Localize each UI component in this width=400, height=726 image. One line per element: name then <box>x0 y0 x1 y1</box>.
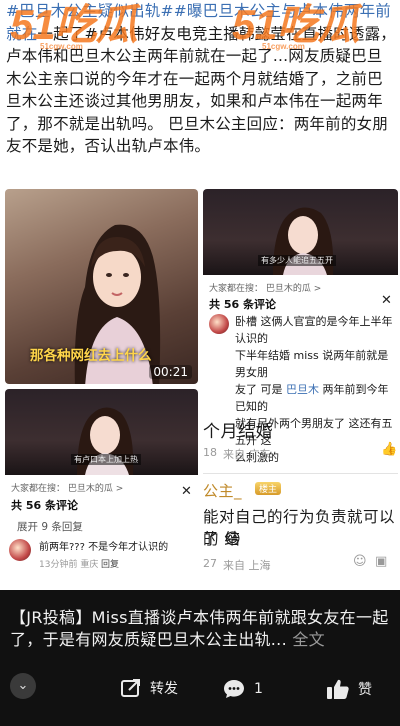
image-tile-comments-right[interactable]: 有多少人能追五五开 大家都在搜： 巴旦木的瓜 > 共 56 条评论 ✕ 卧槽 这… <box>203 189 398 581</box>
image-icon[interactable]: ▣ <box>375 554 387 569</box>
avatar[interactable] <box>9 539 31 561</box>
comment-text-large: 个月结婚 <box>203 422 273 442</box>
comment-time: 13分钟前 重庆 <box>39 560 99 570</box>
comment-count: 共 56 条评论 <box>11 499 78 512</box>
watermark-logo-right: 51吃瓜 51cgw.com <box>232 1 360 52</box>
comment-icon <box>224 680 244 698</box>
video-subtitle: 有卢口本上加上热 <box>71 454 141 465</box>
comment-like-count: 18 <box>203 446 217 459</box>
trending-search[interactable]: 大家都在搜： 巴旦木的瓜 > <box>11 481 123 494</box>
video-duration: 00:21 <box>149 365 192 379</box>
close-icon[interactable]: ✕ <box>381 293 392 308</box>
divider <box>203 473 398 474</box>
comment-location: 来自 广东 <box>223 448 271 461</box>
comment-count-value: 1 <box>254 681 263 697</box>
watermark-logo-left: 51吃瓜 51cgw.com <box>10 1 138 52</box>
comment-text: 前两年??? 不是今年才认识的 <box>39 542 169 553</box>
close-icon[interactable]: ✕ <box>181 484 192 499</box>
thumbs-up-icon[interactable]: 👍 <box>381 442 397 457</box>
collapse-button[interactable]: ⌄ <box>10 673 36 699</box>
comment-text-large: 的 😄 <box>203 530 242 548</box>
full-text-link[interactable]: 全文 <box>292 630 325 649</box>
comment-text: 卧槽 这俩人官宣的是今年上半年认识的 下半年结婚 miss 说两年前就是男女朋 … <box>235 315 393 464</box>
image-tile-stream[interactable]: 那各种网红去上什么 00:21 <box>5 189 198 384</box>
author-badge: 楼主 <box>255 482 282 495</box>
video-subtitle: 有多少人能追五五开 <box>258 255 336 266</box>
share-button[interactable]: 转发 <box>120 678 178 698</box>
thumbs-up-icon <box>327 679 349 699</box>
caption-panel: 【JR投稿】Miss直播谈卢本伟两年前就跟女友在一起了，于是有网友质疑巴旦木公主… <box>0 590 400 726</box>
reply-button[interactable]: 回复 <box>101 557 119 570</box>
image-grid: 那各种网红去上什么 00:21 有多少人能追五五开 大家都在搜： 巴旦木的瓜 >… <box>0 186 400 590</box>
comment-location: 来自 上海 <box>223 559 271 572</box>
like-button[interactable]: 赞 <box>326 678 372 700</box>
video-subtitle: 那各种网红去上什么 <box>30 348 152 364</box>
avatar[interactable] <box>209 314 229 334</box>
post-caption: 【JR投稿】Miss直播谈卢本伟两年前就跟女友在一起了，于是有网友质疑巴旦木公主… <box>10 608 389 649</box>
expand-replies-link[interactable]: 展开 9 条回复 <box>17 519 83 534</box>
comment-like-count: 27 <box>203 557 217 570</box>
comment-count: 共 56 条评论 <box>209 298 276 311</box>
comment-button[interactable]: 1 <box>222 678 263 700</box>
share-icon <box>121 679 140 697</box>
image-tile-comments-left[interactable]: 有卢口本上加上热 大家都在搜： 巴旦木的瓜 > 共 56 条评论 ✕ 展开 9 … <box>5 389 198 584</box>
commenter-name[interactable]: 公主_ <box>203 480 242 501</box>
trending-search[interactable]: 大家都在搜： 巴旦木的瓜 > <box>209 281 321 294</box>
emoji-icon[interactable]: ☺ <box>353 554 367 569</box>
chevron-down-icon: ⌄ <box>17 678 29 693</box>
